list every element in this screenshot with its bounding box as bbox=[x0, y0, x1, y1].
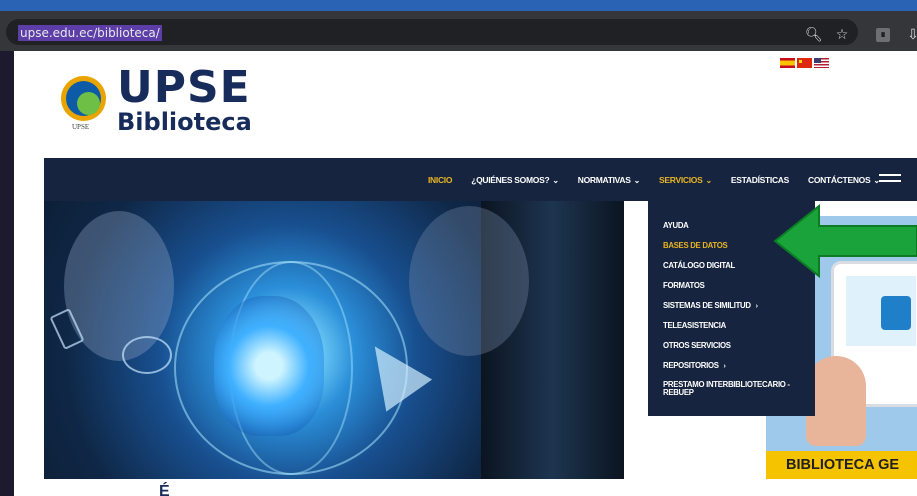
green-arrow-annotation bbox=[773, 204, 917, 279]
nav-item-estadisticas[interactable]: ESTADÍSTICAS bbox=[731, 175, 789, 185]
chevron-down-icon: ⌄ bbox=[552, 175, 559, 185]
chevron-right-icon: › bbox=[723, 363, 726, 370]
spanish-flag-icon[interactable] bbox=[780, 58, 795, 68]
extension-icon[interactable]: ⇩ bbox=[905, 27, 917, 43]
language-flags bbox=[780, 58, 829, 68]
logo-subtitle: Biblioteca bbox=[117, 108, 252, 136]
main-navigation: INICIO ¿QUIÉNES SOMOS? ⌄ NORMATIVAS ⌄ SERV… bbox=[44, 158, 917, 201]
english-flag-icon[interactable] bbox=[814, 58, 829, 68]
menu-icon[interactable] bbox=[879, 174, 901, 186]
dropdown-item-repositorios[interactable]: REPOSITORIOS › bbox=[663, 361, 726, 370]
dropdown-item-bases-de-datos[interactable]: BASES DE DATOS bbox=[663, 241, 728, 250]
dropdown-item-catalogo-digital[interactable]: CATÁLOGO DIGITAL bbox=[663, 261, 735, 270]
dropdown-item-sistemas-de-similitud[interactable]: SISTEMAS DE SIMILITUD › bbox=[663, 301, 758, 310]
university-seal-icon bbox=[61, 76, 106, 121]
dropdown-item-formatos[interactable]: FORMATOS bbox=[663, 281, 705, 290]
logo-title: UPSE bbox=[117, 62, 251, 113]
star-icon[interactable]: ☆ bbox=[834, 27, 850, 43]
nav-item-servicios[interactable]: SERVICIOS ⌄ bbox=[659, 175, 712, 185]
nav-item-quienes-somos[interactable]: ¿QUIÉNES SOMOS? ⌄ bbox=[471, 175, 559, 185]
dropdown-item-teleasistencia[interactable]: TELEASISTENCIA bbox=[663, 321, 726, 330]
dropdown-item-prestamo-interbibliotecario[interactable]: PRESTAMO INTERBIBLIOTECARIO - REBUEP bbox=[663, 381, 790, 397]
side-banner-label: BIBLIOTECA GE bbox=[786, 457, 900, 473]
web-page: UPSE UPSE Biblioteca INICIO ¿QUIÉNES SOM… bbox=[14, 51, 917, 496]
nav-item-inicio[interactable]: INICIO bbox=[428, 175, 452, 185]
chevron-right-icon: › bbox=[755, 303, 758, 310]
rss-icon[interactable]: ∎ bbox=[876, 28, 890, 42]
dropdown-item-otros-servicios[interactable]: OTROS SERVICIOS bbox=[663, 341, 731, 350]
chevron-down-icon: ⌄ bbox=[705, 175, 712, 185]
nav-item-normativas[interactable]: NORMATIVAS ⌄ bbox=[578, 175, 641, 185]
url-text[interactable]: upse.edu.ec/biblioteca/ bbox=[18, 25, 162, 41]
chevron-down-icon: ⌄ bbox=[633, 175, 641, 185]
seal-caption: UPSE bbox=[72, 123, 90, 131]
address-bar-area: upse.edu.ec/biblioteca/ 🔍︎ ☆ ∎ ⇩ bbox=[0, 11, 917, 51]
dropdown-item-ayuda[interactable]: AYUDA bbox=[663, 221, 689, 230]
window-top-edge bbox=[0, 0, 917, 11]
hero-image bbox=[44, 201, 624, 479]
nav-item-contactenos[interactable]: CONTÁCTENOS ⌄ bbox=[808, 175, 880, 185]
chinese-flag-icon[interactable] bbox=[797, 58, 812, 68]
zoom-icon[interactable]: 🔍︎ bbox=[805, 27, 823, 43]
section-title: É bbox=[159, 483, 170, 496]
window-left-edge bbox=[0, 51, 14, 496]
